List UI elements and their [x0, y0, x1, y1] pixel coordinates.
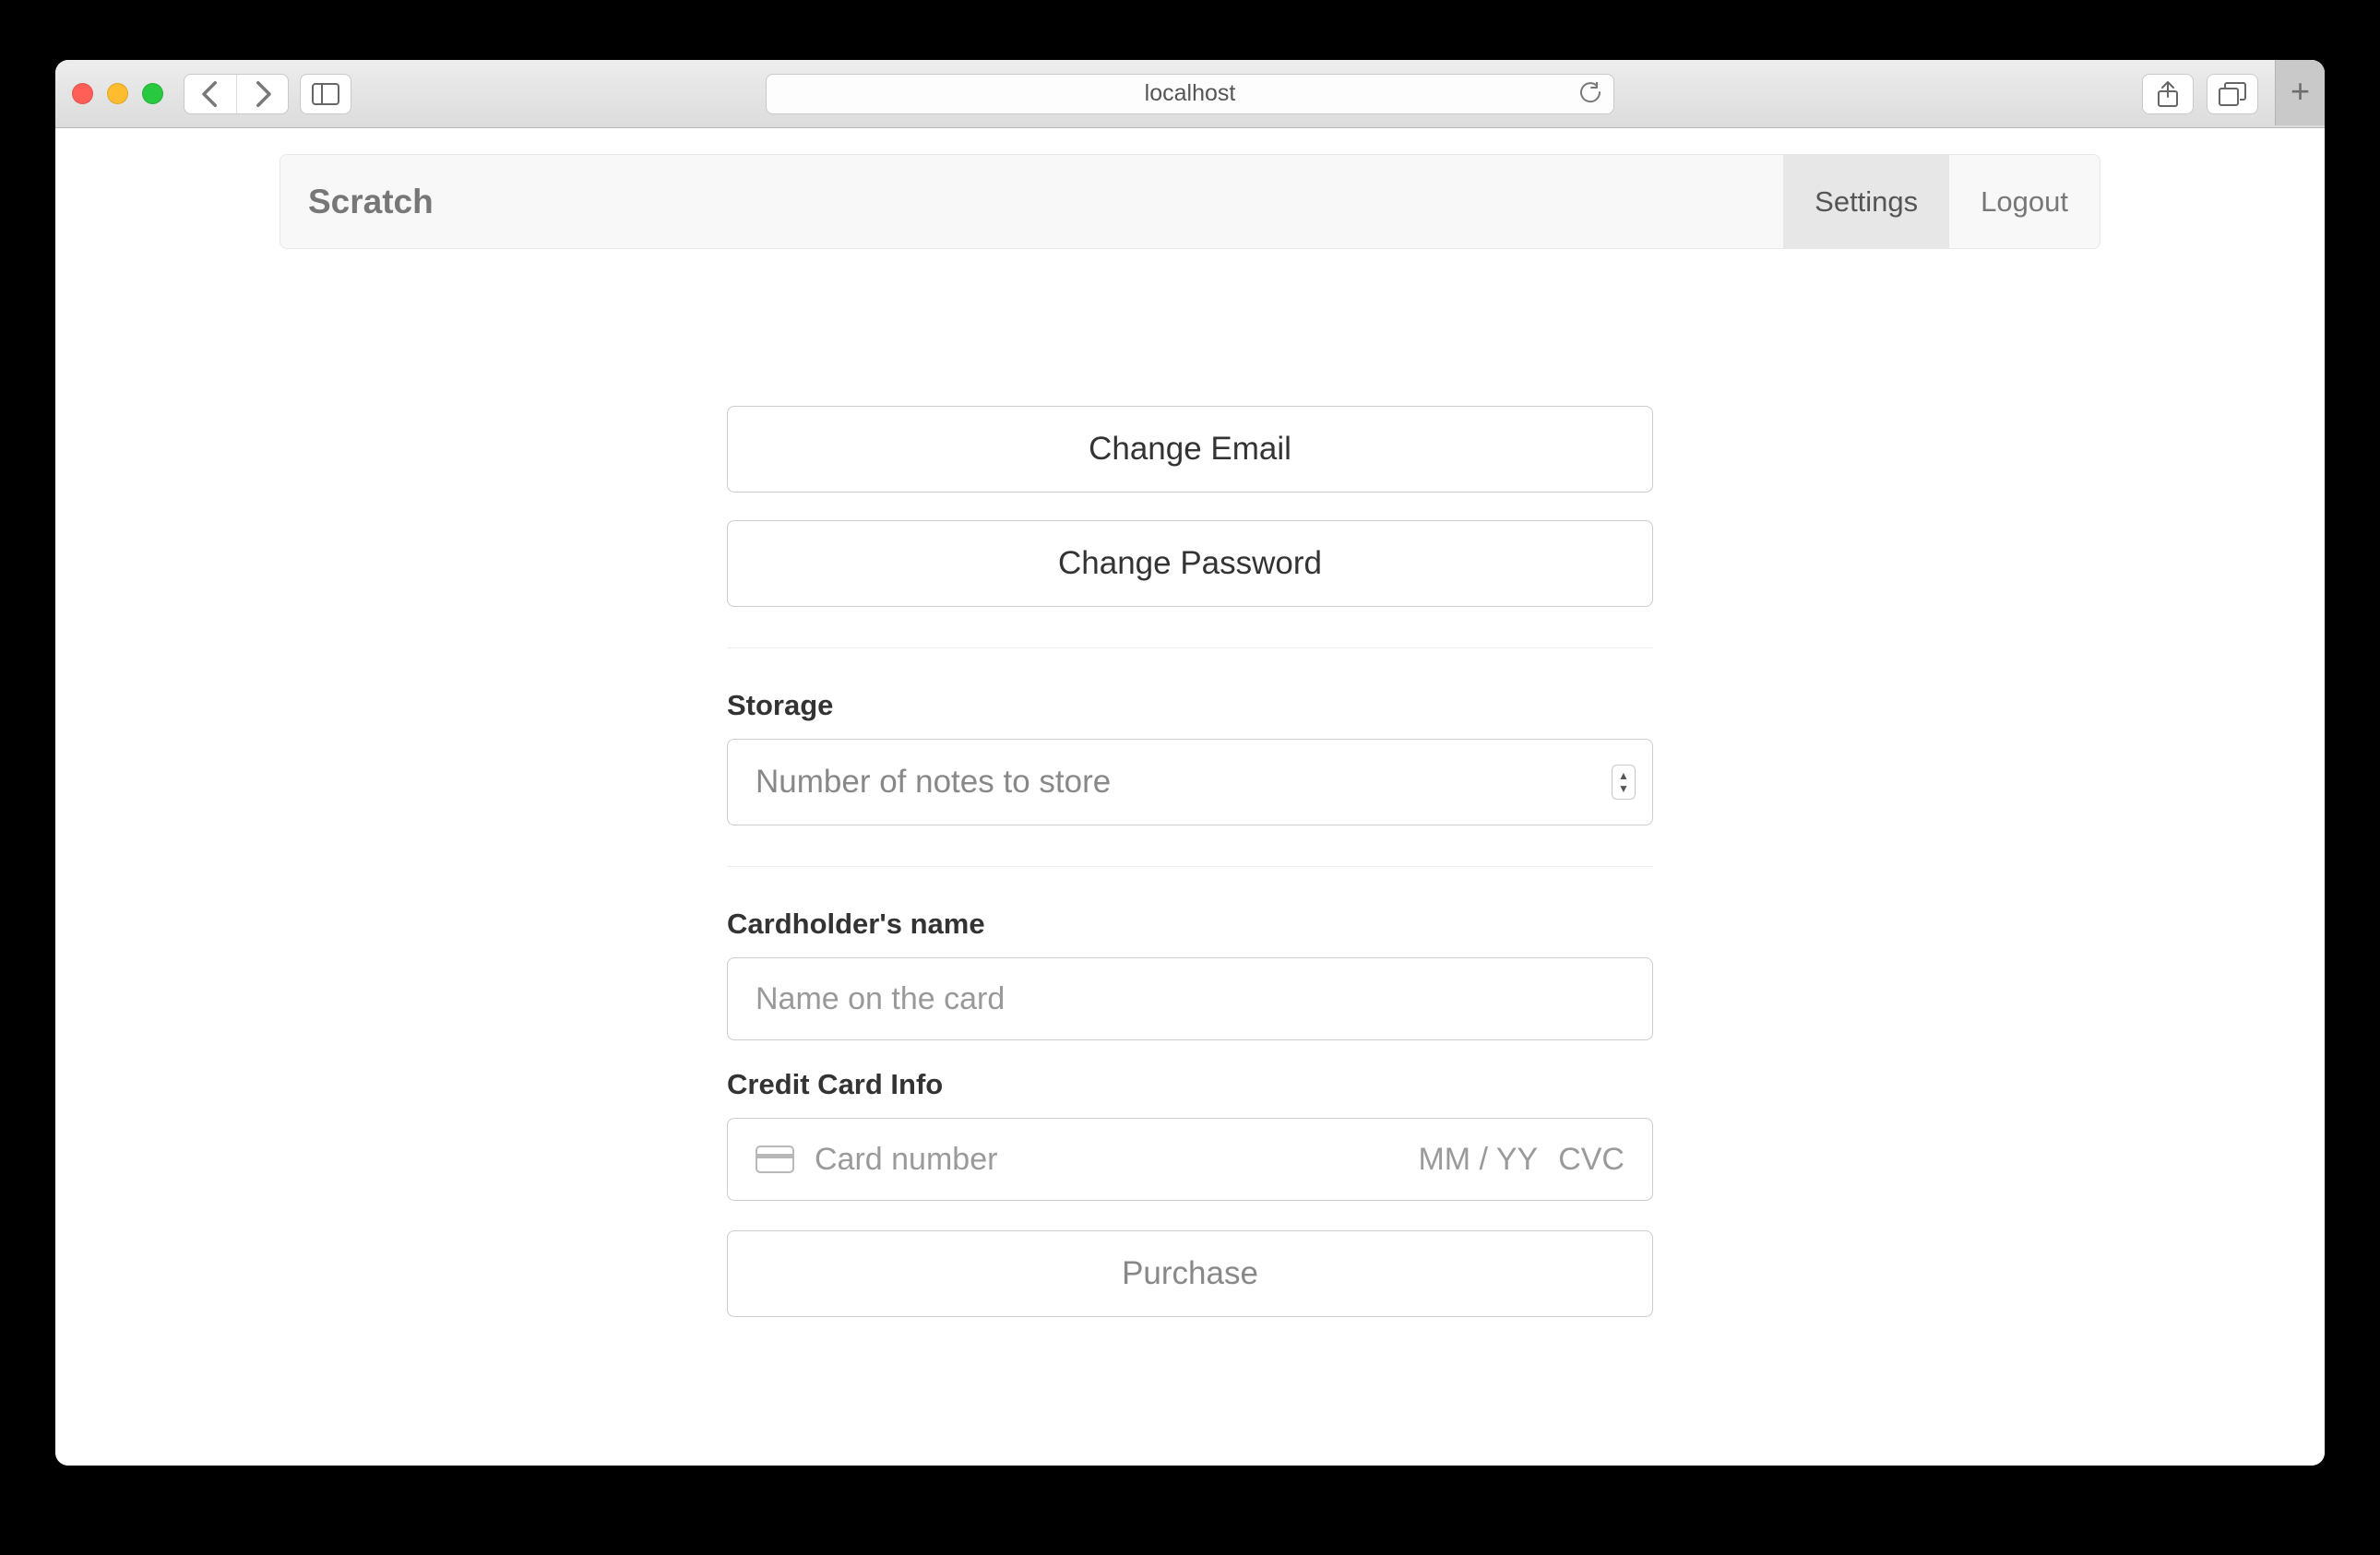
nav-settings[interactable]: Settings [1783, 155, 1949, 248]
close-window-button[interactable] [72, 83, 93, 104]
sidebar-toggle-button[interactable] [300, 74, 351, 114]
app-navbar: Scratch Settings Logout [280, 154, 2100, 249]
reload-icon[interactable] [1578, 82, 1601, 106]
maximize-window-button[interactable] [142, 83, 163, 104]
window-controls [72, 83, 163, 104]
address-bar[interactable]: localhost [766, 74, 1614, 114]
card-number-placeholder: Card number [815, 1142, 997, 1178]
purchase-button[interactable]: Purchase [727, 1230, 1653, 1317]
cardholder-label: Cardholder's name [727, 908, 1653, 941]
tabs-button[interactable] [2207, 74, 2258, 114]
change-password-button[interactable]: Change Password [727, 520, 1653, 607]
card-expiry-placeholder: MM / YY [1418, 1142, 1538, 1178]
cc-info-label: Credit Card Info [727, 1068, 1653, 1101]
credit-card-input[interactable]: Card number MM / YY CVC [727, 1118, 1653, 1201]
page-content: Scratch Settings Logout Change Email Cha… [55, 128, 2325, 1466]
brand[interactable]: Scratch [308, 155, 434, 248]
minimize-window-button[interactable] [107, 83, 128, 104]
browser-titlebar: localhost + [55, 60, 2325, 128]
back-button[interactable] [184, 75, 236, 113]
cardholder-input[interactable] [727, 957, 1653, 1040]
select-stepper-icon: ▲▼ [1612, 765, 1636, 800]
storage-select-placeholder: Number of notes to store [756, 764, 1111, 801]
url-text: localhost [1145, 80, 1236, 107]
nav-back-forward [184, 74, 289, 114]
settings-form: Change Email Change Password Storage Num… [727, 406, 1653, 1317]
nav-logout[interactable]: Logout [1949, 155, 2100, 248]
divider [727, 647, 1653, 648]
new-tab-button[interactable]: + [2275, 60, 2325, 125]
storage-label: Storage [727, 689, 1653, 722]
share-button[interactable] [2142, 74, 2194, 114]
card-icon [756, 1145, 794, 1173]
storage-select[interactable]: Number of notes to store ▲▼ [727, 739, 1653, 825]
browser-window: localhost + Scratch Settings Logout [55, 60, 2325, 1466]
forward-button[interactable] [236, 75, 288, 113]
card-cvc-placeholder: CVC [1558, 1142, 1624, 1178]
titlebar-right: + [2142, 74, 2308, 114]
divider [727, 866, 1653, 867]
change-email-button[interactable]: Change Email [727, 406, 1653, 493]
